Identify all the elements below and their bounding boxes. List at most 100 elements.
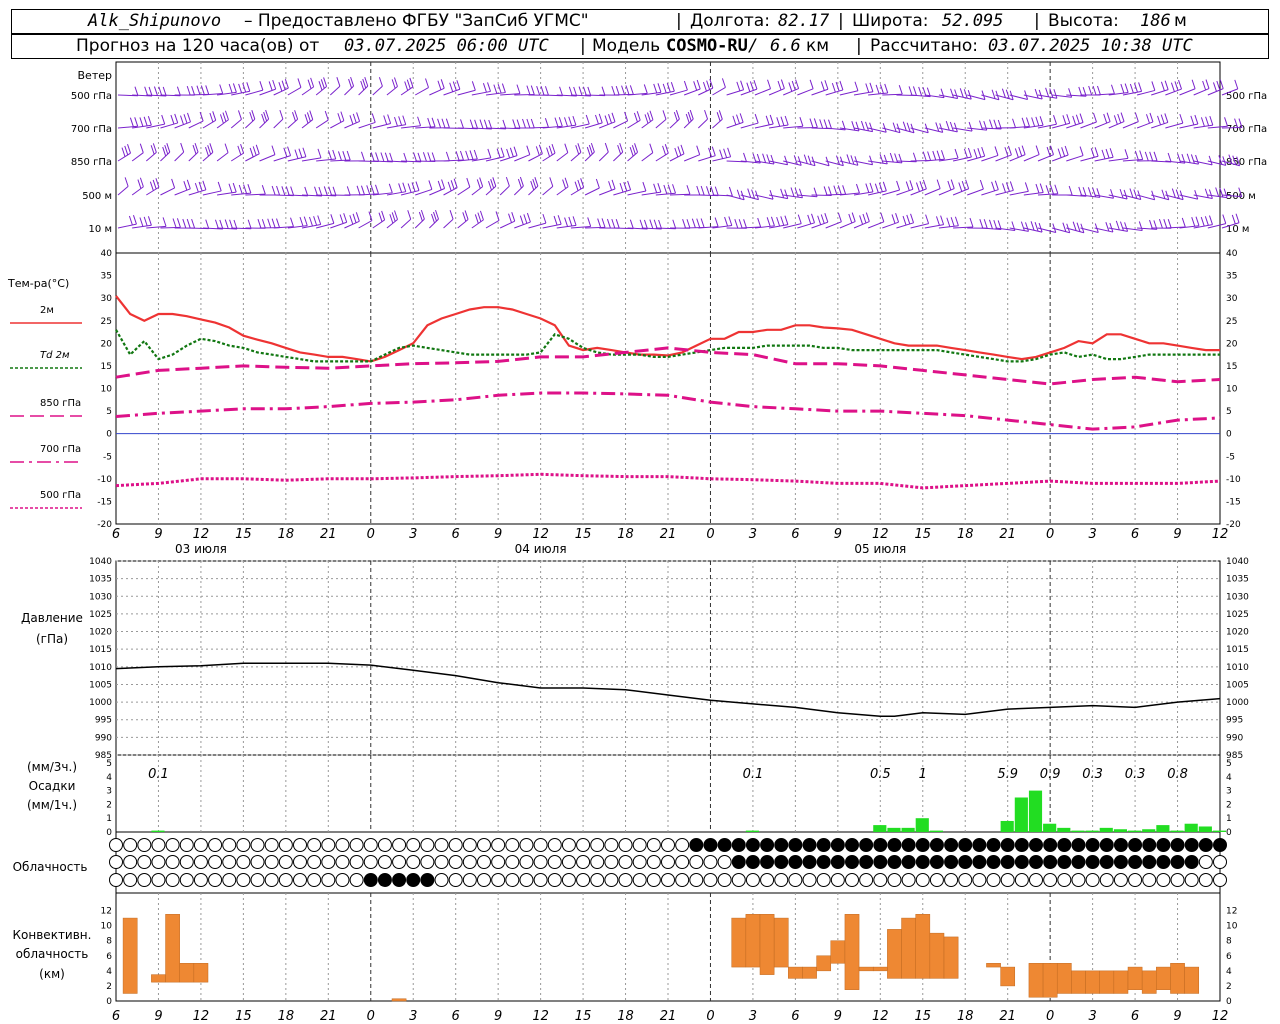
cloud-cover-symbol [250, 855, 265, 869]
cloud-cover-symbol [1029, 855, 1043, 869]
wind-barb-flag [394, 116, 398, 127]
wind-barb-flag [490, 179, 495, 189]
cloud-cover-symbol [816, 855, 831, 869]
wind-barb-flag [332, 149, 337, 160]
wind-barb-flag [1018, 146, 1023, 157]
cloud-cover-symbol [491, 873, 506, 887]
wind-barb-flag [540, 86, 545, 96]
cloud-cover-symbol [873, 873, 888, 887]
wind-barb-flag [172, 218, 177, 228]
cloud-cover-symbol [505, 838, 520, 852]
wind-barb [330, 120, 345, 129]
cloud-cover-symbol [731, 873, 746, 887]
convective-bar [872, 966, 888, 972]
wind-barb-flag [557, 215, 562, 225]
wind-barb-flag [342, 151, 347, 161]
wind-barb [287, 118, 298, 129]
wind-barb-flag [343, 213, 348, 223]
cloud-cover-symbol [1113, 838, 1128, 852]
wind-barb-flag [158, 86, 163, 96]
wind-barb-flag [330, 214, 335, 224]
cloud-cover-symbol [717, 838, 732, 852]
wind-barb-flag [502, 119, 507, 130]
cloud-cover-symbol [462, 873, 477, 887]
precip-tick-right: 5 [1226, 759, 1232, 769]
wind-barb-flag [298, 148, 303, 158]
wind-barb-flag [388, 183, 393, 193]
hour-label-top: 9 [494, 527, 502, 542]
wind-barb-flag [689, 109, 694, 120]
precip-bar [1198, 826, 1212, 832]
wind-barb [768, 88, 785, 96]
cloud-cover-symbol [1198, 873, 1213, 887]
wind-barb-flag [449, 82, 454, 92]
wind-barb-flag [582, 86, 587, 96]
wind-barb-flag [391, 79, 396, 89]
wind-barb-flag [714, 217, 719, 227]
conv-tick-right: 2 [1226, 982, 1232, 992]
pressure-tick-left: 1010 [89, 663, 112, 673]
wind-barb-flag [187, 112, 191, 123]
cloud-cover-symbol [293, 838, 307, 852]
cloud-cover-symbol [604, 838, 619, 852]
wind-barb-flag [304, 186, 309, 197]
precip-bar [1057, 827, 1071, 832]
wind-barb-flag [176, 218, 181, 228]
wind-barb [358, 121, 376, 129]
cloud-cover-symbol [321, 838, 336, 852]
wind-barb-flag [753, 79, 758, 90]
conv-tick-left: 8 [106, 937, 112, 947]
wind-barb-flag [183, 181, 188, 191]
wind-barb [698, 155, 716, 162]
convective-bar [1042, 963, 1058, 998]
wind-barb [273, 118, 284, 129]
cloud-cover-symbol [561, 873, 576, 887]
wind-barb-flag [865, 121, 869, 132]
wind-barb-flag [902, 121, 907, 131]
cloud-cover-symbol [349, 873, 364, 887]
wind-barb-flag [1129, 188, 1134, 198]
wind-barb-flag [1149, 112, 1154, 123]
cloud-cover-symbol [151, 873, 166, 887]
wind-barb [315, 119, 329, 129]
wind-barb-flag [558, 117, 563, 127]
wind-barb-flag [983, 120, 988, 131]
wind-barb-flag [375, 152, 380, 162]
wind-barb-flag [891, 214, 896, 224]
wind-barb [740, 122, 759, 129]
wind-barb-flag [1079, 113, 1084, 123]
cloud-cover-symbol [363, 873, 378, 887]
precip-tick-left: 5 [106, 759, 112, 769]
wind-barb-flag [704, 109, 709, 120]
wind-barb [598, 151, 609, 162]
wind-barb [825, 221, 842, 229]
cloud-cover-symbol [1071, 855, 1086, 869]
wind-barb-flag [860, 120, 865, 131]
precip-tick-right: 4 [1226, 773, 1232, 783]
cloud-cover-symbol [958, 873, 973, 887]
hour-label-top: 9 [154, 527, 162, 542]
temp-tick-left: -10 [97, 475, 112, 485]
wind-barb-flag [766, 154, 771, 164]
wind-barb-flag [476, 179, 481, 189]
wind-barb-flag [762, 153, 767, 163]
wind-barb-flag [627, 180, 632, 191]
wind-barb-flag [1039, 183, 1044, 193]
cloud-cover-symbol [547, 873, 562, 887]
wind-barb-flag [882, 123, 887, 133]
wind-barb-flag [842, 185, 847, 195]
wind-barb [145, 151, 157, 162]
wind-barb-flag [132, 214, 137, 225]
cloud-cover-symbol [576, 838, 591, 852]
cloud-cover-symbol [845, 873, 859, 887]
precip-3h-total: 0.5 [870, 767, 891, 782]
cloud-cover-symbol [434, 873, 449, 887]
wind-barb-flag [320, 79, 325, 89]
wind-barb-flag [1200, 117, 1205, 127]
wind-barb [131, 186, 144, 196]
convective-bar [901, 917, 916, 979]
wind-barb-flag [327, 150, 332, 160]
wind-barb [499, 185, 510, 196]
wind-barb-flag [186, 179, 191, 189]
convective-bar [1085, 970, 1100, 994]
